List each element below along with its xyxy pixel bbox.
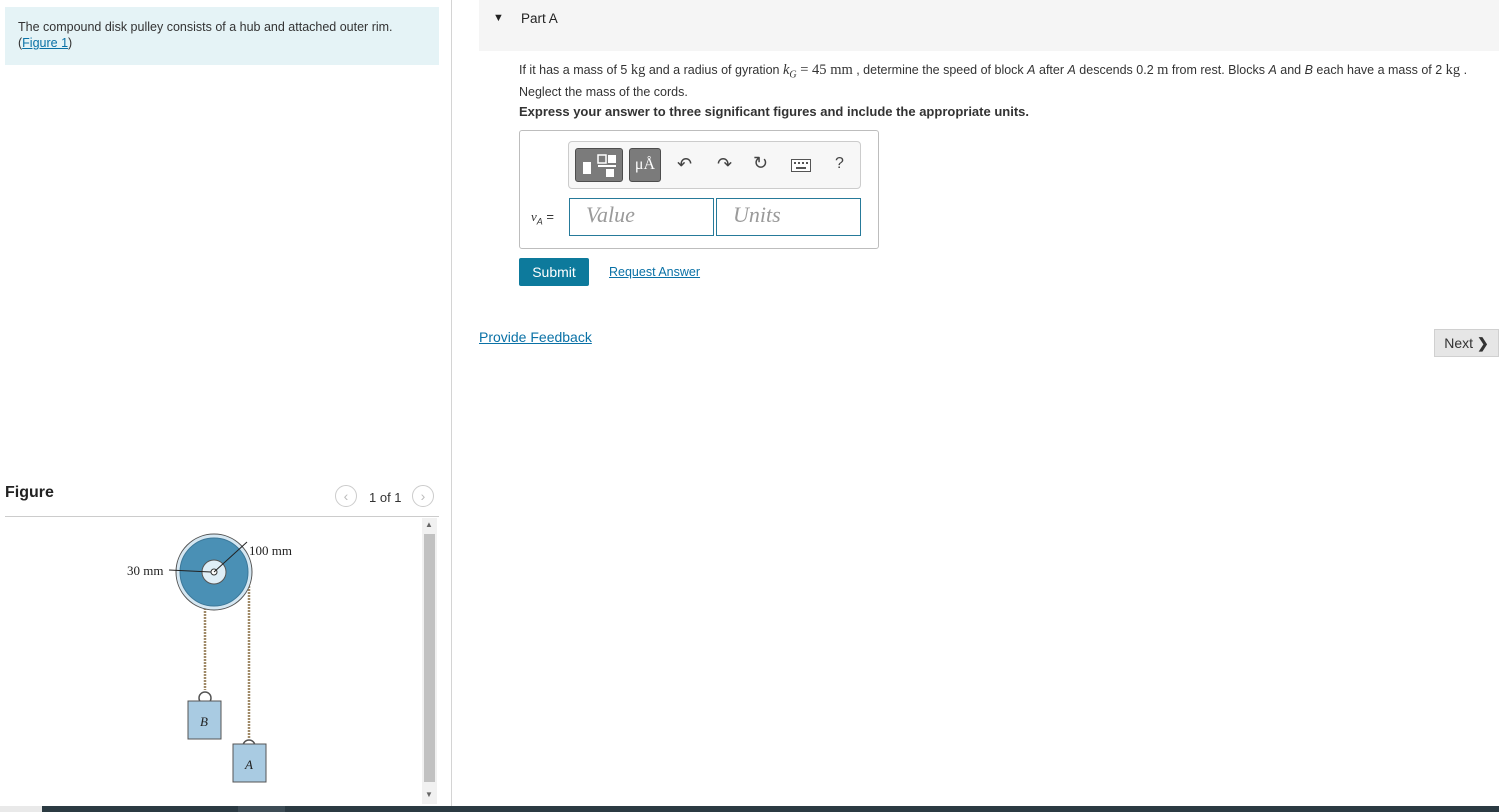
bottom-bar-segment [0,806,42,812]
chevron-right-icon: › [420,488,426,504]
request-answer-link[interactable]: Request Answer [609,265,700,279]
value-input[interactable]: Value [569,198,714,236]
scroll-up-icon[interactable]: ▲ [425,520,433,529]
provide-feedback-link[interactable]: Provide Feedback [479,329,592,345]
figure-scrollbar-thumb[interactable] [424,534,435,782]
next-label: Next [1444,335,1474,351]
answer-instruction: Express your answer to three significant… [519,104,1029,119]
figure-next-button[interactable]: › [412,485,434,507]
reset-icon[interactable]: ↻ [753,153,768,174]
bottom-bar [0,806,1499,812]
figure-divider [5,516,439,517]
figure-title: Figure [5,484,54,501]
submit-button[interactable]: Submit [519,258,589,286]
figure-count: 1 of 1 [369,490,402,505]
block-b-label: B [200,714,208,729]
scroll-down-icon[interactable]: ▼ [425,790,433,799]
answer-variable: vA = [531,209,555,227]
panel-divider [451,0,452,806]
question-text: If it has a mass of 5 kg and a radius of… [519,62,1468,99]
chevron-right-icon: ❯ [1477,334,1489,351]
units-icon: μÅ [634,156,656,173]
keyboard-icon[interactable] [791,159,811,172]
block-a-label: A [244,757,253,772]
redo-icon[interactable]: ↷ [717,154,732,175]
figure-link[interactable]: Figure 1 [22,36,68,50]
outer-radius-label: 100 mm [249,543,292,558]
part-title: Part A [521,11,558,26]
chevron-left-icon: ‹ [343,488,349,504]
templates-icon [583,154,616,177]
math-toolbar: μÅ ↶ ↷ ↻ ? [568,141,861,189]
bottom-bar-segment [238,806,285,812]
intro-text: The compound disk pulley consists of a h… [18,20,393,34]
undo-icon[interactable]: ↶ [677,154,692,175]
part-header[interactable] [479,0,1499,51]
pulley-figure: 100 mm 30 mm B A [127,533,292,783]
help-icon[interactable]: ? [835,155,844,173]
next-button[interactable]: Next ❯ [1434,329,1499,357]
units-input[interactable]: Units [716,198,861,236]
problem-intro: The compound disk pulley consists of a h… [5,7,439,65]
figure-prev-button[interactable]: ‹ [335,485,357,507]
collapse-triangle-icon[interactable]: ▼ [493,12,504,24]
units-button[interactable]: μÅ [629,148,661,182]
hub-radius-label: 30 mm [127,563,163,578]
templates-button[interactable] [575,148,623,182]
